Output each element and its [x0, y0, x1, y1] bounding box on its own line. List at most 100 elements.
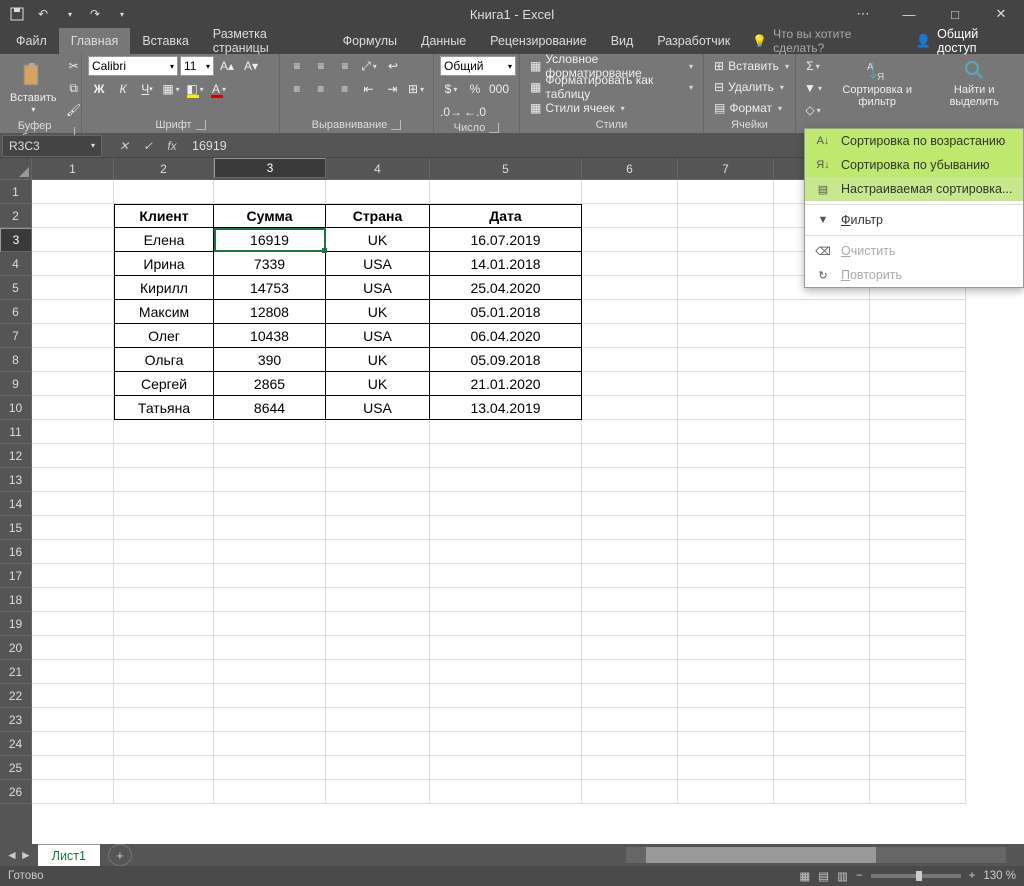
merge-cells-icon[interactable]: ⊞ [405, 79, 427, 99]
wrap-text-icon[interactable]: ↩ [382, 56, 404, 76]
cell[interactable] [870, 372, 966, 396]
cell[interactable] [678, 516, 774, 540]
font-size-select[interactable]: 11▾ [180, 56, 214, 76]
name-box[interactable]: R3C3▾ [2, 135, 102, 157]
find-select-button[interactable]: Найти и выделить [930, 56, 1018, 110]
cell[interactable] [774, 636, 870, 660]
cell[interactable] [774, 396, 870, 420]
sort-filter-button[interactable]: АЯ Сортировка и фильтр [826, 56, 928, 110]
cell[interactable] [114, 732, 214, 756]
cell[interactable] [32, 660, 114, 684]
cell[interactable] [582, 516, 678, 540]
align-right-icon[interactable]: ≡ [334, 79, 356, 99]
cell[interactable]: Олег [114, 324, 214, 348]
cell[interactable] [32, 516, 114, 540]
cell[interactable] [678, 252, 774, 276]
cell[interactable] [214, 444, 326, 468]
align-top-icon[interactable]: ≡ [286, 56, 308, 76]
cell[interactable]: 21.01.2020 [430, 372, 582, 396]
save-icon[interactable] [6, 3, 28, 25]
font-launcher[interactable] [196, 120, 206, 130]
tab-data[interactable]: Данные [409, 28, 478, 54]
cell[interactable] [678, 348, 774, 372]
cell-styles-button[interactable]: ▦ Стили ячеек [526, 98, 697, 118]
cell[interactable] [430, 420, 582, 444]
cell[interactable] [214, 684, 326, 708]
cell[interactable] [582, 444, 678, 468]
tab-insert[interactable]: Вставка [130, 28, 200, 54]
cell[interactable]: 10438 [214, 324, 326, 348]
cell[interactable] [32, 180, 114, 204]
cell[interactable] [678, 276, 774, 300]
font-name-select[interactable]: Calibri▾ [88, 56, 178, 76]
col-header[interactable]: 4 [326, 158, 430, 180]
row-header[interactable]: 8 [0, 348, 32, 372]
decrease-font-icon[interactable]: A▾ [240, 56, 262, 76]
cell[interactable]: Сергей [114, 372, 214, 396]
cell[interactable] [114, 708, 214, 732]
cell[interactable] [114, 660, 214, 684]
cell[interactable] [582, 372, 678, 396]
delete-cells-button[interactable]: ⊟ Удалить [710, 77, 789, 97]
cell[interactable] [678, 300, 774, 324]
cell[interactable]: Клиент [114, 204, 214, 228]
cell[interactable] [32, 756, 114, 780]
decrease-indent-icon[interactable]: ⇤ [357, 79, 379, 99]
row-header[interactable]: 19 [0, 612, 32, 636]
menu-sort-desc[interactable]: Я↓Сортировка по убыванию [805, 153, 1023, 177]
cell[interactable] [114, 492, 214, 516]
font-color-button[interactable]: A [208, 79, 230, 99]
row-header[interactable]: 17 [0, 564, 32, 588]
cell[interactable] [582, 324, 678, 348]
cell[interactable] [774, 324, 870, 348]
cell[interactable] [326, 420, 430, 444]
cell[interactable] [870, 708, 966, 732]
cell[interactable]: Ирина [114, 252, 214, 276]
cell[interactable] [774, 444, 870, 468]
cell[interactable] [214, 516, 326, 540]
row-header[interactable]: 14 [0, 492, 32, 516]
cell[interactable] [114, 420, 214, 444]
col-header[interactable]: 7 [678, 158, 774, 180]
cell[interactable] [114, 444, 214, 468]
cell[interactable] [582, 228, 678, 252]
cell[interactable] [430, 468, 582, 492]
cell[interactable] [326, 756, 430, 780]
row-header[interactable]: 1 [0, 180, 32, 204]
cell[interactable] [582, 660, 678, 684]
cell[interactable] [114, 516, 214, 540]
view-layout-icon[interactable]: ▤ [818, 869, 829, 883]
cell[interactable] [326, 636, 430, 660]
cell[interactable] [326, 492, 430, 516]
cell[interactable] [32, 684, 114, 708]
cell[interactable] [582, 708, 678, 732]
cell[interactable]: USA [326, 396, 430, 420]
cell[interactable] [114, 588, 214, 612]
cell[interactable] [214, 708, 326, 732]
view-normal-icon[interactable]: ▦ [799, 869, 810, 883]
tab-page-layout[interactable]: Разметка страницы [201, 28, 331, 54]
cell[interactable] [114, 180, 214, 204]
cell[interactable] [326, 444, 430, 468]
cell[interactable] [326, 588, 430, 612]
sheet-tab[interactable]: Лист1 [38, 844, 100, 866]
cell[interactable] [678, 228, 774, 252]
cell[interactable] [678, 420, 774, 444]
redo-icon[interactable]: ↷ [84, 3, 106, 25]
cell[interactable]: Максим [114, 300, 214, 324]
cell[interactable] [582, 204, 678, 228]
cell[interactable]: 16.07.2019 [430, 228, 582, 252]
col-header[interactable]: 5 [430, 158, 582, 180]
cell[interactable] [774, 468, 870, 492]
align-bottom-icon[interactable]: ≡ [334, 56, 356, 76]
cell[interactable] [32, 300, 114, 324]
cell[interactable]: 12808 [214, 300, 326, 324]
qat-customize[interactable] [110, 3, 132, 25]
cell[interactable] [214, 756, 326, 780]
zoom-out-icon[interactable]: − [856, 870, 863, 882]
cell[interactable] [32, 732, 114, 756]
tab-home[interactable]: Главная [59, 28, 131, 54]
cell[interactable] [678, 396, 774, 420]
col-header[interactable]: 1 [32, 158, 114, 180]
cell[interactable] [774, 540, 870, 564]
